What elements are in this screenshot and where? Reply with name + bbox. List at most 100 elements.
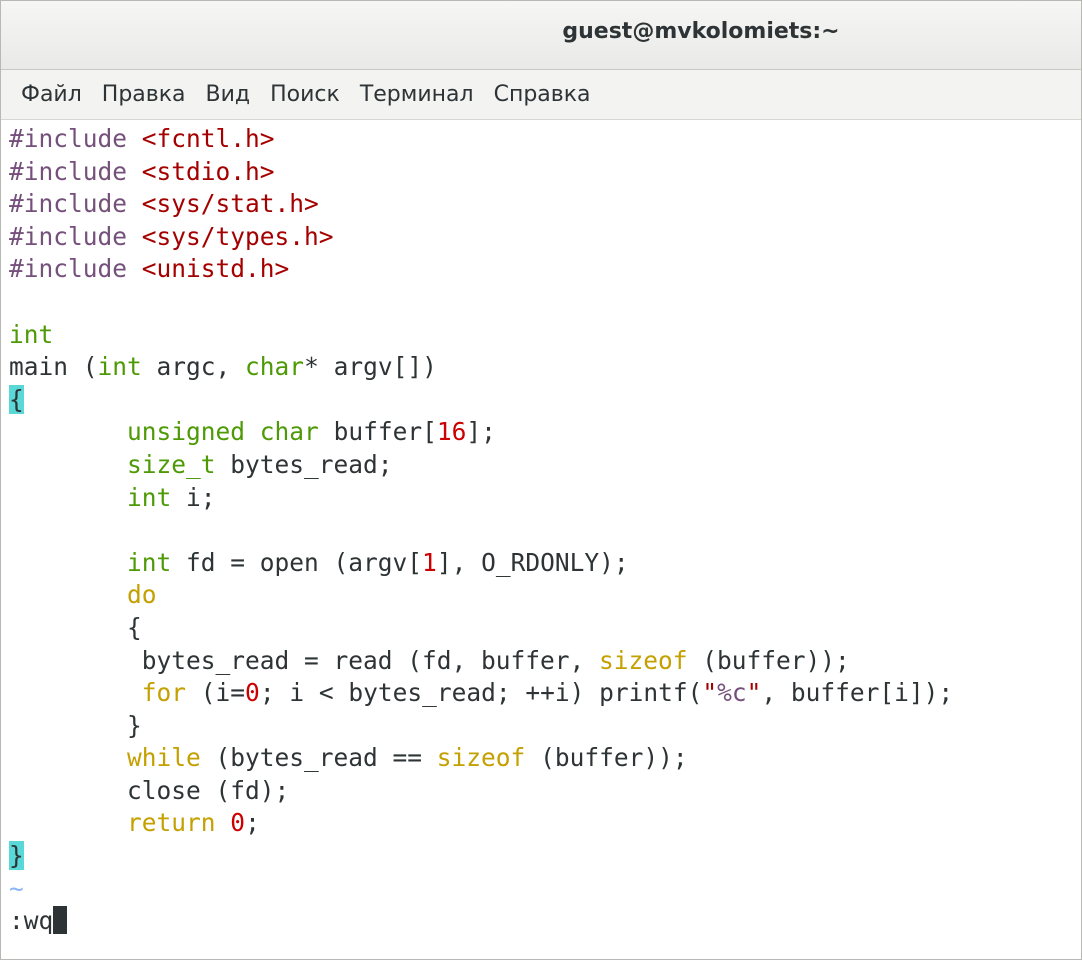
menu-item-edit[interactable]: Правка (92, 76, 196, 113)
code-token: char (245, 352, 305, 382)
code-token: char (259, 417, 319, 447)
menu-item-view[interactable]: Вид (196, 76, 261, 113)
code-line: size_t bytes_read; (9, 449, 1081, 482)
code-token: main ( (9, 352, 98, 382)
code-token: unsigned (127, 417, 246, 447)
vim-command-line[interactable]: :wq (9, 905, 1081, 938)
code-line: #include <sys/stat.h> (9, 188, 1081, 221)
code-line: int i; (9, 482, 1081, 515)
code-line: #include <stdio.h> (9, 156, 1081, 189)
code-token: #include (9, 189, 142, 219)
code-token: <sys/types.h> (141, 221, 334, 251)
code-token: size_t (127, 449, 216, 479)
code-token: for (141, 678, 187, 708)
code-token: buffer[ (318, 417, 437, 447)
code-line: { (9, 612, 1081, 645)
menu-item-help[interactable]: Справка (484, 76, 601, 113)
command-text: :wq (9, 906, 54, 936)
code-token: while (127, 743, 201, 773)
code-token: (buffer)); (525, 743, 688, 773)
code-token: fd = open (argv[ (171, 547, 423, 577)
code-line: unsigned char buffer[16]; (9, 416, 1081, 449)
code-token: #include (9, 124, 142, 153)
code-line: while (bytes_read == sizeof (buffer)); (9, 742, 1081, 775)
code-token: } (9, 841, 24, 871)
code-token: bytes_read = read (fd, buffer, (9, 645, 600, 675)
code-token: (i= (186, 678, 246, 708)
code-token: do (127, 580, 157, 610)
code-token: bytes_read; (215, 449, 393, 479)
code-line: int fd = open (argv[1], O_RDONLY); (9, 547, 1081, 580)
code-line: ~ (9, 873, 1081, 906)
code-token: <unistd.h> (141, 254, 290, 284)
code-token: { (9, 612, 142, 642)
code-token: (buffer)); (687, 645, 850, 675)
code-token: %c (717, 678, 747, 708)
code-token: ; (245, 808, 260, 838)
code-line: #include <fcntl.h> (9, 123, 1081, 156)
code-token: int (127, 547, 172, 577)
title-bar[interactable]: guest@mvkolomiets:~ (1, 1, 1081, 70)
code-line: bytes_read = read (fd, buffer, sizeof (b… (9, 645, 1081, 678)
code-token: argc, (141, 352, 246, 382)
code-line: main (int argc, char* argv[]) (9, 351, 1081, 384)
code-token: sizeof (599, 645, 688, 675)
code-token: close (fd); (9, 775, 290, 805)
code-token: #include (9, 254, 142, 284)
code-token: 0 (245, 678, 260, 708)
terminal-content[interactable]: #include <fcntl.h> #include <stdio.h> #inc… (1, 121, 1081, 959)
terminal-window: guest@mvkolomiets:~ Файл Правка Вид Поис… (0, 0, 1082, 960)
menu-bar: Файл Правка Вид Поиск Терминал Справка (1, 70, 1081, 120)
code-line: { (9, 384, 1081, 417)
code-token: <stdio.h> (141, 156, 275, 186)
empty-line-marker: ~ (9, 873, 24, 903)
code-token: int (127, 482, 172, 512)
code-token: <fcntl.h> (141, 124, 275, 153)
code-line: for (i=0; i < bytes_read; ++i) printf("%… (9, 677, 1081, 710)
code-token: int (97, 352, 142, 382)
code-line: return 0; (9, 807, 1081, 840)
code-token: " (746, 678, 762, 708)
code-token: i; (171, 482, 216, 512)
code-token: } (9, 710, 142, 740)
menu-item-terminal[interactable]: Терминал (350, 76, 484, 113)
code-token: ], O_RDONLY); (436, 547, 629, 577)
code-line: } (9, 840, 1081, 873)
text-cursor (53, 906, 68, 935)
code-token: return (127, 808, 216, 838)
code-line: #include <sys/types.h> (9, 221, 1081, 254)
code-token: ; i < bytes_read; ++i) printf( (259, 678, 703, 708)
code-token: <sys/stat.h> (141, 189, 319, 219)
code-token: int (9, 319, 54, 349)
code-line: close (fd); (9, 775, 1081, 808)
code-token: (bytes_read == (200, 743, 437, 773)
code-token: 16 (436, 417, 467, 447)
code-token: #include (9, 221, 142, 251)
code-token: #include (9, 156, 142, 186)
code-line: do (9, 579, 1081, 612)
menu-item-search[interactable]: Поиск (260, 76, 350, 113)
code-token: " (702, 678, 718, 708)
code-token: { (9, 384, 24, 414)
code-line: } (9, 710, 1081, 743)
window-title: guest@mvkolomiets:~ (562, 19, 840, 44)
code-token: ]; (466, 417, 496, 447)
menu-item-file[interactable]: Файл (11, 76, 92, 113)
code-token: sizeof (436, 743, 526, 773)
code-line: #include <unistd.h> (9, 253, 1081, 286)
code-token: , buffer[i]); (761, 678, 954, 708)
vim-buffer[interactable]: #include <fcntl.h> #include <stdio.h> #inc… (9, 123, 1081, 905)
code-line: int (9, 319, 1081, 352)
code-token: 0 (230, 808, 246, 838)
